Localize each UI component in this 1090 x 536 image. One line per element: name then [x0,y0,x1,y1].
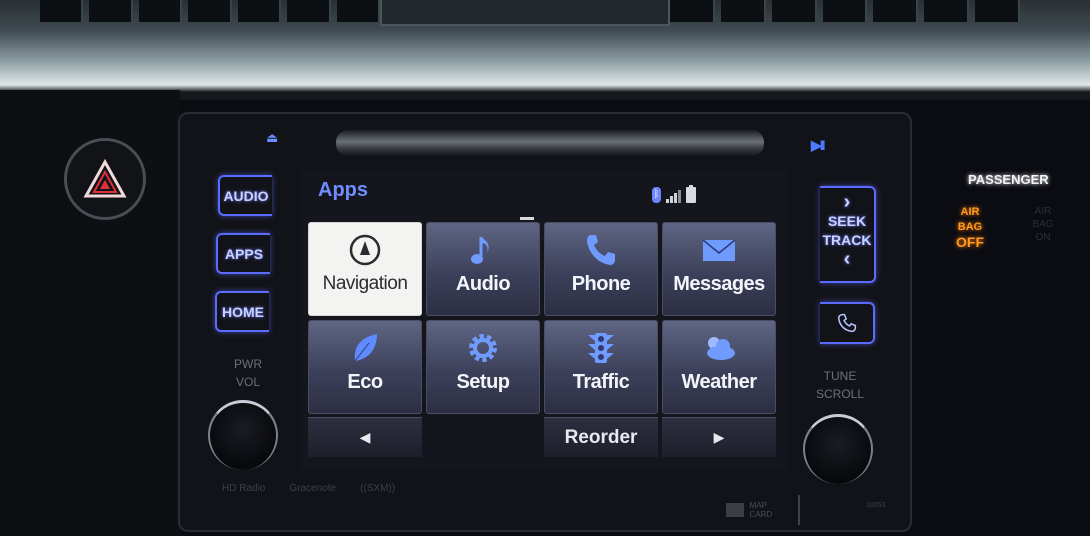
seek-track-button[interactable]: › SEEK TRACK ‹ [820,186,876,283]
tile-traffic[interactable]: Traffic [544,320,658,414]
gracenote-logo: Gracenote [289,483,337,494]
airbag-off-indicator: AIR BAG OFF [950,205,990,250]
off-text: OFF [956,234,984,250]
status-bar: ᛒ [652,185,696,203]
bluetooth-icon: ᛒ [652,187,661,203]
map-text: MAP [749,501,767,510]
page-indicator [520,217,534,220]
volume-knob[interactable] [208,400,278,470]
leaf-icon [354,334,377,362]
apps-button[interactable]: APPS [216,233,270,274]
touch-screen: Apps ᛒ Navigation Audio Phone Messages E… [300,170,788,470]
dashboard-trim [0,0,1090,100]
reorder-button[interactable]: Reorder [544,417,658,457]
map-card-slot[interactable]: MAP CARD [700,495,800,525]
vol-text: VOL [235,375,260,389]
tile-label: Phone [571,273,631,295]
tile-label: Setup [456,371,510,393]
weather-cloud-icon [707,337,735,360]
signal-strength-icon [666,188,681,203]
home-button[interactable]: HOME [215,291,269,332]
pwr-vol-label: PWR VOL [226,355,270,391]
tile-label: Audio [455,273,511,295]
phone-icon [587,235,615,265]
tile-label: Navigation [322,273,408,294]
siriusxm-logo: ((SXM)) [360,483,396,494]
next-page-button[interactable]: ▶ [662,417,776,457]
air-vent-right [670,0,1021,22]
vent-center-panel [380,0,670,26]
hazard-triangle-icon [83,159,127,198]
tile-eco[interactable]: Eco [308,320,422,414]
tune-text: TUNE [823,369,857,383]
map-card-label: MAP CARD [750,501,773,519]
sd-card-icon [725,503,744,517]
tile-audio[interactable]: Audio [426,222,540,316]
scroll-text: SCROLL [815,387,865,401]
bottom-logos: HD Radio Gracenote ((SXM)) [222,483,395,494]
tile-setup[interactable]: Setup [426,320,540,414]
pwr-text: PWR [234,357,262,371]
seek-down-chevron-icon[interactable]: ‹ [820,249,874,269]
tile-label: Traffic [572,371,630,393]
previous-page-button[interactable]: ◀ [308,417,422,457]
tile-label: Eco [347,371,383,393]
hd-radio-logo: HD Radio [222,483,266,494]
tile-weather[interactable]: Weather [662,320,776,414]
tune-knob[interactable] [803,414,873,484]
phone-icon [837,313,856,333]
play-pause-button[interactable]: ▶II [811,137,825,154]
screen-title: Apps [318,179,368,201]
passenger-label: PASSENGER [968,172,1049,187]
navigation-compass-icon [349,234,381,266]
cd-slot[interactable] [336,130,764,156]
airbag-on-indicator: AIR BAG ON [1025,205,1061,244]
airbag-off-text: AIR BAG [957,206,983,233]
seek-up-chevron-icon[interactable]: › [820,192,874,212]
tile-messages[interactable]: Messages [662,222,776,316]
card-text: CARD [749,510,773,519]
music-note-icon [471,237,489,264]
tile-label: Messages [673,273,765,295]
audio-button[interactable]: AUDIO [218,175,272,216]
airbag-on-text: AIR BAG [1032,206,1054,230]
model-number: 10053 [866,502,886,509]
air-vent-left [40,0,380,22]
tile-navigation[interactable]: Navigation [308,222,422,316]
battery-icon [686,185,696,203]
phone-hard-button[interactable] [820,302,875,344]
seek-text: SEEK [827,213,867,229]
eject-button[interactable]: ⏏ [266,130,278,146]
tile-phone[interactable]: Phone [544,222,658,316]
on-text: ON [1035,232,1051,243]
tile-label: Weather [681,371,757,393]
envelope-icon [702,239,736,261]
traffic-light-icon [588,333,614,363]
tune-scroll-label: TUNE SCROLL [810,367,870,403]
gear-icon [469,334,497,362]
hazard-button[interactable] [64,138,146,220]
